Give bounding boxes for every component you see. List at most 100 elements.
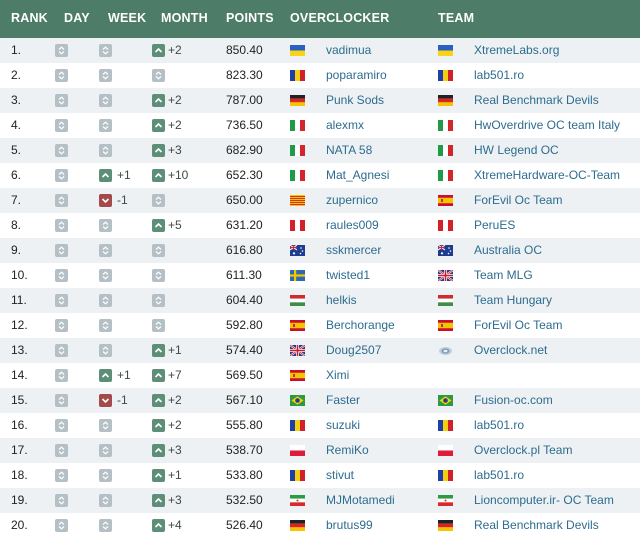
no-change-icon: [99, 144, 112, 157]
country-flag-icon: [290, 420, 305, 431]
country-flag-icon: [290, 320, 305, 331]
team-link[interactable]: Lioncomputer.ir- OC Team: [474, 488, 614, 513]
overclocker-link[interactable]: suzuki: [326, 413, 360, 438]
overclocker-link[interactable]: vadimua: [326, 38, 371, 63]
header-month[interactable]: MONTH: [161, 0, 208, 38]
header-week[interactable]: WEEK: [108, 0, 146, 38]
rank-cell: 6.: [11, 168, 22, 182]
month-change: +1: [168, 343, 182, 357]
arrow-up-icon: [152, 519, 165, 532]
table-row: 5. +3 682.90 NATA 58 HW Legend OC: [0, 138, 640, 163]
team-link[interactable]: PeruES: [474, 213, 515, 238]
team-link[interactable]: Team MLG: [474, 263, 533, 288]
table-row: 4. +2 736.50 alexmx HwOverdrive OC team Ital…: [0, 113, 640, 138]
team-link[interactable]: Australia OC: [474, 238, 542, 263]
no-change-icon: [55, 519, 68, 532]
team-link[interactable]: ForEvil Oc Team: [474, 188, 562, 213]
overclocker-link[interactable]: Punk Sods: [326, 88, 384, 113]
team-link[interactable]: lab501.ro: [474, 463, 524, 488]
week-change: +1: [117, 168, 131, 182]
country-flag-icon: [290, 445, 305, 456]
rank-cell: 14.: [11, 368, 28, 382]
arrow-down-icon: [99, 394, 112, 407]
no-change-icon: [55, 94, 68, 107]
no-change-icon: [99, 469, 112, 482]
header-overclocker[interactable]: OVERCLOCKER: [290, 0, 389, 38]
arrow-up-icon: [152, 169, 165, 182]
overclocker-link[interactable]: twisted1: [326, 263, 370, 288]
team-link[interactable]: XtremeHardware-OC-Team: [474, 163, 620, 188]
rank-cell: 1.: [11, 43, 22, 57]
overclocker-link[interactable]: Berchorange: [326, 313, 395, 338]
no-change-icon: [152, 194, 165, 207]
arrow-up-icon: [152, 419, 165, 432]
points-cell: 823.30: [226, 68, 263, 82]
team-flag-icon: [438, 120, 453, 131]
country-flag-icon: [290, 270, 305, 281]
table-row: 2. 823.30 poparamiro lab501.ro: [0, 63, 640, 88]
points-cell: 532.50: [226, 493, 263, 507]
no-change-icon: [99, 69, 112, 82]
table-row: 7. -1 650.00 zupernico ForEvil Oc Team: [0, 188, 640, 213]
table-row: 6. +1 +10 652.30 Mat_Agnesi XtremeHardware-OC…: [0, 163, 640, 188]
overclocker-link[interactable]: stivut: [326, 463, 354, 488]
no-change-icon: [55, 69, 68, 82]
header-team[interactable]: TEAM: [438, 0, 474, 38]
team-link[interactable]: lab501.ro: [474, 413, 524, 438]
overclocker-link[interactable]: Mat_Agnesi: [326, 163, 389, 188]
team-link[interactable]: HwOverdrive OC team Italy: [474, 113, 620, 138]
overclocker-link[interactable]: Doug2507: [326, 338, 381, 363]
team-link[interactable]: Real Benchmark Devils: [474, 513, 599, 538]
team-flag-icon: [438, 195, 453, 206]
no-change-icon: [99, 444, 112, 457]
points-cell: 574.40: [226, 343, 263, 357]
country-flag-icon: [290, 70, 305, 81]
team-link[interactable]: Real Benchmark Devils: [474, 88, 599, 113]
header-points[interactable]: POINTS: [226, 0, 274, 38]
country-flag-icon: [290, 170, 305, 181]
table-row: 10. 611.30 twisted1 Team MLG: [0, 263, 640, 288]
rank-cell: 7.: [11, 193, 22, 207]
no-change-icon: [55, 144, 68, 157]
team-link[interactable]: lab501.ro: [474, 63, 524, 88]
overclocker-link[interactable]: zupernico: [326, 188, 378, 213]
no-change-icon: [99, 419, 112, 432]
rank-cell: 10.: [11, 268, 28, 282]
header-day[interactable]: DAY: [64, 0, 90, 38]
arrow-up-icon: [152, 369, 165, 382]
overclocker-link[interactable]: raules009: [326, 213, 379, 238]
country-flag-icon: [290, 220, 305, 231]
overclocker-link[interactable]: helkis: [326, 288, 357, 313]
no-change-icon: [99, 319, 112, 332]
rank-cell: 12.: [11, 318, 28, 332]
week-change: +1: [117, 368, 131, 382]
team-link[interactable]: Team Hungary: [474, 288, 552, 313]
overclocker-link[interactable]: alexmx: [326, 113, 364, 138]
country-flag-icon: [290, 120, 305, 131]
overclocker-link[interactable]: sskmercer: [326, 238, 381, 263]
team-link[interactable]: Overclock.pl Team: [474, 438, 572, 463]
overclocker-link[interactable]: poparamiro: [326, 63, 387, 88]
team-link[interactable]: XtremeLabs.org: [474, 38, 559, 63]
overclocker-link[interactable]: brutus99: [326, 513, 373, 538]
country-flag-icon: [290, 520, 305, 531]
points-cell: 538.70: [226, 443, 263, 457]
team-flag-icon: [438, 470, 453, 481]
month-change: +2: [168, 393, 182, 407]
month-change: +7: [168, 368, 182, 382]
team-link[interactable]: ForEvil Oc Team: [474, 313, 562, 338]
team-link[interactable]: Fusion-oc.com: [474, 388, 553, 413]
overclocker-link[interactable]: Ximi: [326, 363, 349, 388]
overclocker-link[interactable]: RemiKo: [326, 438, 369, 463]
header-rank[interactable]: RANK: [11, 0, 48, 38]
arrow-up-icon: [152, 344, 165, 357]
overclocker-link[interactable]: NATA 58: [326, 138, 372, 163]
month-change: +1: [168, 468, 182, 482]
table-row: 3. +2 787.00 Punk Sods Real Benchmark Devils: [0, 88, 640, 113]
overclocker-link[interactable]: Faster: [326, 388, 360, 413]
month-change: +10: [168, 168, 189, 182]
no-change-icon: [99, 94, 112, 107]
overclocker-link[interactable]: MJMotamedi: [326, 488, 395, 513]
team-link[interactable]: Overclock.net: [474, 338, 547, 363]
team-link[interactable]: HW Legend OC: [474, 138, 559, 163]
